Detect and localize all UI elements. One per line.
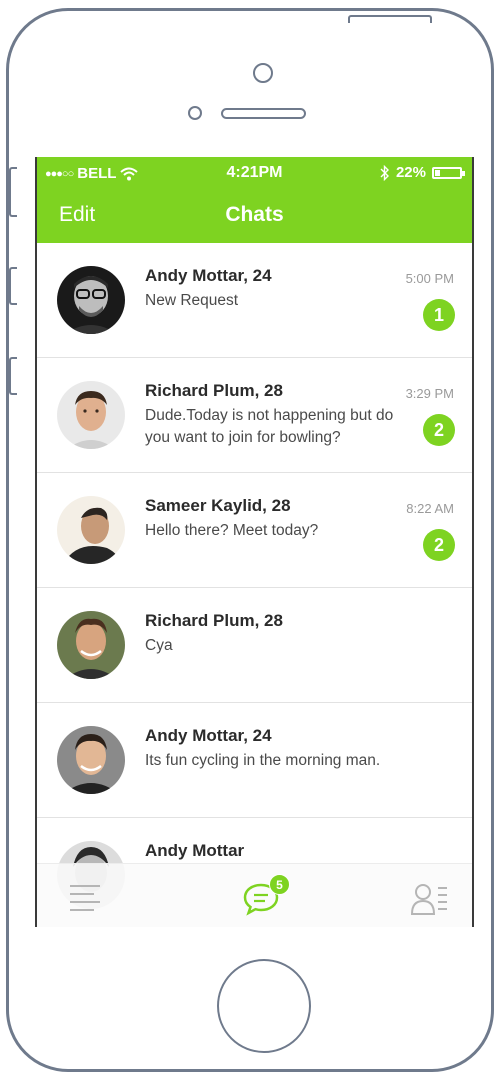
- message-time: 8:22 AM: [406, 501, 454, 516]
- unread-badge: 2: [423, 529, 455, 561]
- chat-list: Andy Mottar, 24 New Request 5:00 PM 1 Ri…: [37, 243, 472, 927]
- status-bar: ●●●○○ BELL 4:21PM 22%: [37, 157, 472, 189]
- contacts-icon: [410, 884, 447, 915]
- message-preview: Cya: [145, 637, 173, 654]
- message-preview: Its fun cycling in the morning man.: [145, 752, 381, 769]
- chat-row[interactable]: Andy Mottar, 24 Its fun cycling in the m…: [37, 703, 472, 818]
- message-preview: New Request: [145, 292, 239, 309]
- contact-name: Andy Mottar, 24: [145, 266, 272, 285]
- contact-name: Andy Mottar, 24: [145, 726, 272, 745]
- message-time: 5:00 PM: [405, 271, 454, 286]
- battery-percent: 22%: [395, 164, 426, 181]
- chat-row[interactable]: Richard Plum, 28 Dude.Today is not happe…: [37, 358, 472, 473]
- message-preview: Dude.Today is not happening but do you w…: [145, 407, 394, 446]
- volume-down-button: [9, 357, 17, 395]
- power-button: [348, 15, 432, 23]
- unread-badge: 1: [423, 299, 455, 331]
- message-preview: Hello there? Meet today?: [145, 522, 319, 539]
- tab-contacts[interactable]: [410, 882, 448, 916]
- contact-name: Sameer Kaylid, 28: [145, 496, 291, 515]
- chat-row[interactable]: Andy Mottar, 24 New Request 5:00 PM 1: [37, 243, 472, 358]
- avatar: [57, 266, 125, 334]
- battery-icon: [432, 166, 465, 179]
- tab-menu[interactable]: [69, 884, 101, 912]
- volume-up-button: [9, 267, 17, 305]
- app-header: ●●●○○ BELL 4:21PM 22% Edit Chats: [37, 157, 472, 243]
- bluetooth-icon: [380, 164, 389, 181]
- page-title: Chats: [225, 203, 284, 226]
- app-screen: ●●●○○ BELL 4:21PM 22% Edit Chats Andy Mo…: [35, 157, 474, 927]
- nav-bar: Edit Chats: [37, 199, 472, 235]
- avatar: [57, 611, 125, 679]
- chats-count-badge: 5: [269, 874, 290, 895]
- contact-name: Andy Mottar: [145, 841, 245, 860]
- tab-bar: 5: [37, 863, 472, 927]
- front-camera: [253, 63, 273, 83]
- avatar: [57, 496, 125, 564]
- unread-badge: 2: [423, 414, 455, 446]
- message-time: 3:29 PM: [405, 386, 454, 401]
- proximity-sensor: [188, 106, 202, 120]
- contact-name: Richard Plum, 28: [145, 611, 283, 630]
- earpiece-speaker: [221, 108, 306, 119]
- menu-lines-icon: [70, 885, 100, 911]
- avatar: [57, 381, 125, 449]
- avatar: [57, 726, 125, 794]
- contact-name: Richard Plum, 28: [145, 381, 283, 400]
- mute-switch: [9, 167, 17, 217]
- home-button[interactable]: [217, 959, 311, 1053]
- chat-row[interactable]: Richard Plum, 28 Cya: [37, 588, 472, 703]
- chat-row[interactable]: Sameer Kaylid, 28 Hello there? Meet toda…: [37, 473, 472, 588]
